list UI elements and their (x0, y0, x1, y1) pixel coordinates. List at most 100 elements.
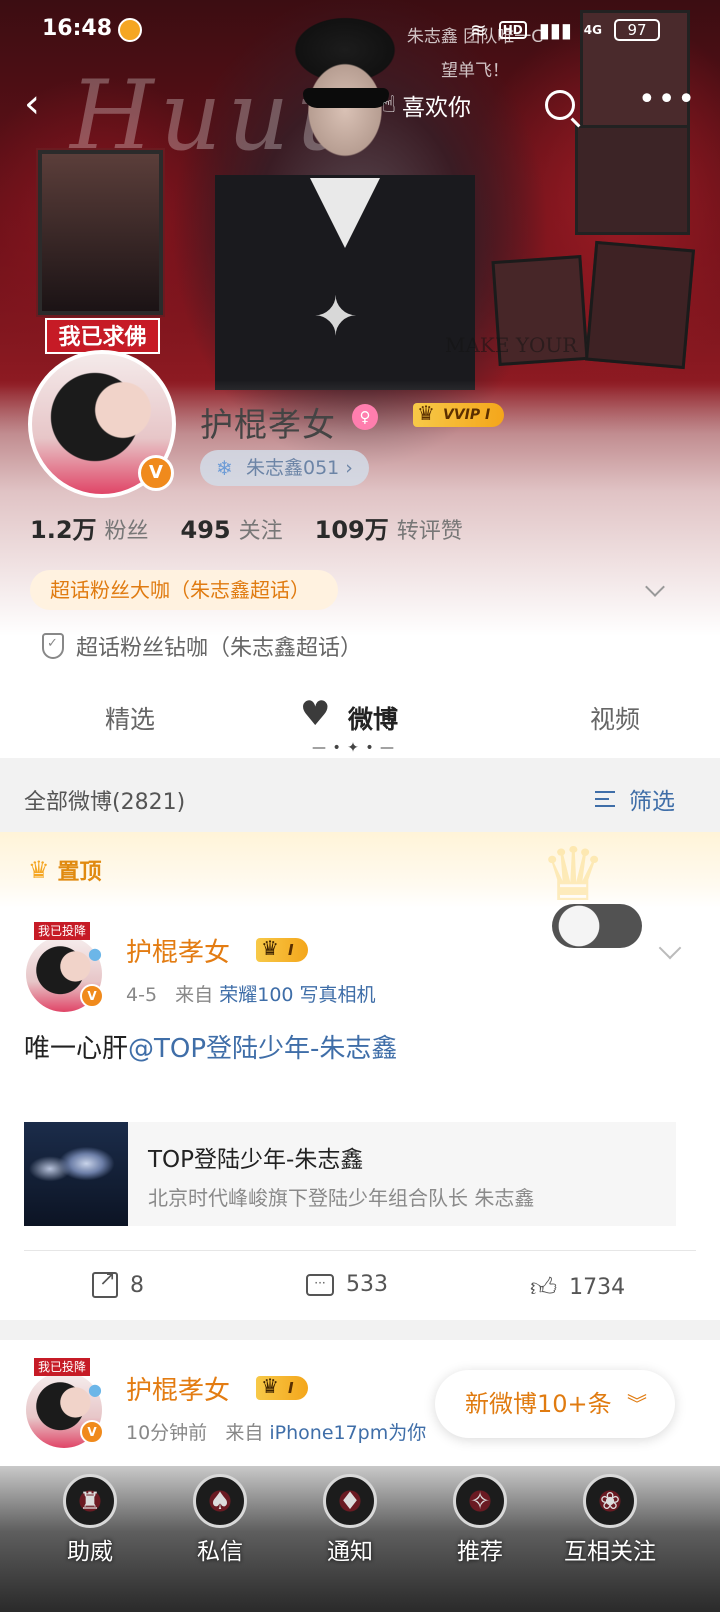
pinned-text: 置顶 (57, 860, 102, 885)
bottom-label: 助威 (67, 1539, 113, 1565)
star-emblem-icon: ✦ (313, 285, 359, 348)
post-time: 10分钟前 (126, 1422, 208, 1444)
chevron-down-icon[interactable] (658, 936, 682, 960)
search-icon[interactable] (545, 90, 575, 120)
like-you-label: 喜欢你 (402, 95, 472, 121)
status-time: 16:48 (42, 16, 113, 41)
butterfly-icon: ✧ (453, 1474, 507, 1528)
bottom-label: 推荐 (457, 1539, 503, 1565)
crown-decoration-icon: ♛ (540, 832, 607, 918)
snowflake-icon: ❄ (216, 456, 233, 480)
stat-fans-num[interactable]: 1.2万 (30, 510, 97, 545)
link-card[interactable]: TOP登陆少年-朱志鑫 北京时代峰峻旗下登陆少年组合队长 朱志鑫 (24, 1122, 676, 1226)
tab-weibo[interactable]: 微博 (348, 700, 398, 736)
diamond-fan-label: 超话粉丝钻咖（朱志鑫超话） (76, 636, 363, 661)
post-actions: 8 ··· 533 👍︎ 1734 (0, 1264, 720, 1312)
weibo-notification-icon (118, 18, 142, 42)
avatar-tag: 我已投降 (34, 1358, 91, 1376)
filter-label: 筛选 (629, 789, 675, 815)
like-count: 1734 (569, 1275, 626, 1300)
avatar-tag: 我已投降 (34, 922, 91, 940)
profile-name: 护棍孝女 (200, 405, 336, 444)
card-thumbnail (24, 1122, 128, 1226)
female-icon: ♀ (352, 404, 378, 430)
pinned-band (0, 832, 720, 908)
network-label: 4G (583, 23, 602, 37)
stat-interactions-num: 109万 (314, 516, 389, 544)
new-posts-button[interactable]: 新微博10+条 ︾ (435, 1370, 675, 1438)
stat-fans-label[interactable]: 粉丝 (105, 513, 149, 545)
all-weibo-count: 全部微博(2821) (24, 790, 186, 815)
bottom-item-support[interactable]: ♜ 助威 (25, 1466, 155, 1612)
repost-button[interactable]: 8 (92, 1266, 144, 1298)
signal-icon: ▮▮▮ (538, 18, 572, 42)
post-text-body: 唯一心肝 (24, 1034, 129, 1064)
status-icons: ≋ HD ▮▮▮ 4G 97 (470, 18, 660, 42)
profile-stats: 1.2万 粉丝 495 关注 109万 转评赞 (30, 510, 495, 545)
super-topic-chip[interactable]: ❄ 朱志鑫051 › (200, 450, 369, 486)
verified-v-icon: V (80, 984, 104, 1008)
bottom-item-recommend[interactable]: ✧ 推荐 (415, 1466, 545, 1612)
status-bar: 16:48 ≋ HD ▮▮▮ 4G 97 (0, 14, 720, 50)
stat-following-num[interactable]: 495 (181, 516, 231, 544)
moon-decoration (552, 904, 642, 948)
card-subtitle: 北京时代峰峻旗下登陆少年组合队长 朱志鑫 (148, 1186, 535, 1210)
post-date: 4-5 (126, 984, 158, 1006)
post-author[interactable]: 护棍孝女 (126, 1370, 230, 1407)
tab-active-ornament: — • ✦ • — (312, 740, 396, 756)
profile-tabs: 精选 ♥ 微博 — • ✦ • — 视频 (0, 680, 720, 758)
cover-frame-photo (584, 240, 696, 370)
bottom-item-messages[interactable]: ♠ 私信 (155, 1466, 285, 1612)
back-arrow-icon[interactable]: ‹ (24, 84, 40, 124)
new-posts-label: 新微博10+条 (465, 1390, 612, 1418)
cover-frame-left (36, 148, 165, 317)
water-drop-icon: ● (88, 1380, 102, 1399)
hd-icon: HD (498, 21, 527, 39)
vvip-badge[interactable]: VVIP I (413, 401, 505, 427)
top-nav: ‹ ☝ 喜欢你 ••• (0, 80, 720, 130)
bottom-item-notifications[interactable]: ♦ 通知 (285, 1466, 415, 1612)
bottom-label: 互相关注 (564, 1539, 656, 1565)
bottom-item-mutual-follow[interactable]: ❀ 互相关注 (545, 1466, 675, 1612)
tab-featured[interactable]: 精选 (105, 700, 155, 736)
like-button[interactable]: 👍︎ 1734 (530, 1272, 625, 1303)
hand-heart-icon: ☝ (382, 92, 397, 118)
pinned-label: ♛ 置顶 (28, 854, 102, 886)
comment-count: 533 (346, 1272, 388, 1297)
cover-tag: 我已求佛 (45, 318, 160, 354)
stat-following-label[interactable]: 关注 (239, 513, 283, 545)
divider (24, 1250, 696, 1251)
rank-badge[interactable]: I (256, 1374, 308, 1400)
more-icon[interactable]: ••• (638, 82, 697, 117)
wifi-icon: ≋ (469, 18, 487, 42)
diamond-fan-row[interactable]: 超话粉丝钻咖（朱志鑫超话） (42, 630, 362, 662)
post-source[interactable]: iPhone17pm为你 (269, 1422, 426, 1444)
fan-level-tag[interactable]: 超话粉丝大咖（朱志鑫超话） (30, 570, 338, 610)
bottom-label: 通知 (327, 1539, 373, 1565)
tab-video[interactable]: 视频 (590, 700, 640, 736)
super-topic-label: 朱志鑫051 › (246, 457, 353, 479)
verified-v-icon: V (138, 455, 174, 491)
thumbs-up-icon: 👍︎ (530, 1273, 558, 1303)
card-icon: ♠ (193, 1474, 247, 1528)
post-from: 来自 (175, 984, 214, 1006)
post-source[interactable]: 荣耀100 写真相机 (219, 984, 375, 1006)
filter-button[interactable]: 筛选 (595, 782, 675, 816)
like-you-button[interactable]: ☝ 喜欢你 (382, 88, 471, 122)
double-chevron-down-icon: ︾ (627, 1392, 647, 1416)
bottom-label: 私信 (197, 1539, 243, 1565)
shirt-collar-shape (310, 178, 380, 248)
post-author[interactable]: 护棍孝女 (126, 932, 230, 969)
rose-icon: ❀ (583, 1474, 637, 1528)
pinned-post[interactable]: ♛ ♛ 置顶 我已投降 ● V 护棍孝女 I 4-5 来自 荣耀100 写真相机… (0, 832, 720, 1320)
post-meta: 10分钟前 来自 iPhone17pm为你 (126, 1418, 426, 1445)
mention-link[interactable]: @TOP登陆少年-朱志鑫 (128, 1034, 397, 1064)
comment-button[interactable]: ··· 533 (306, 1272, 388, 1297)
bottom-bar: ♜ 助威 ♠ 私信 ♦ 通知 ✧ 推荐 ❀ 互相关注 (0, 1466, 720, 1612)
filter-bar: 全部微博(2821) 筛选 (0, 764, 720, 832)
repost-count: 8 (130, 1272, 144, 1298)
rank-badge[interactable]: I (256, 936, 308, 962)
heart-ornament-icon: ♥ (300, 694, 331, 734)
shield-icon (42, 633, 64, 659)
card-title: TOP登陆少年-朱志鑫 (148, 1147, 364, 1173)
